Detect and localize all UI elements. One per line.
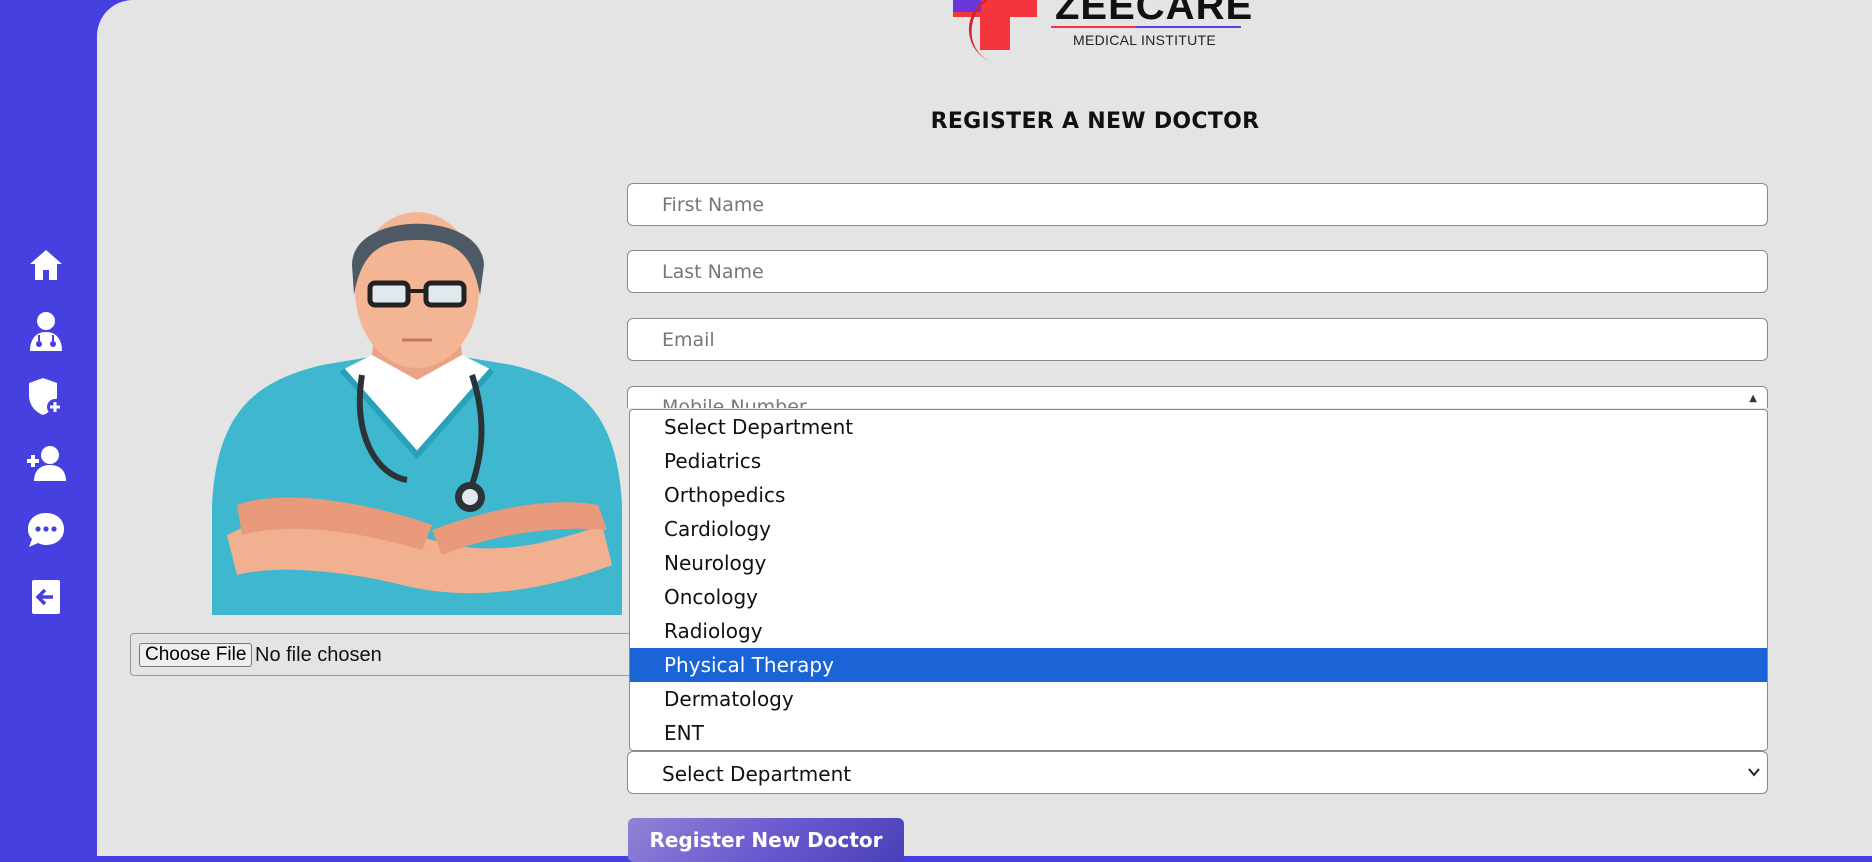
- register-new-doctor-button[interactable]: Register New Doctor: [628, 818, 904, 862]
- department-option[interactable]: Dermatology: [630, 682, 1767, 716]
- first-name-placeholder: First Name: [662, 194, 765, 216]
- logo-subtitle: MEDICAL INSTITUTE: [1073, 32, 1217, 48]
- page-title: REGISTER A NEW DOCTOR: [930, 109, 1260, 134]
- messages-icon[interactable]: [26, 510, 66, 550]
- add-admin-shield-icon[interactable]: [26, 377, 66, 417]
- file-status: No file chosen: [255, 644, 382, 666]
- choose-file-button[interactable]: Choose File: [139, 643, 253, 667]
- last-name-field[interactable]: Last Name: [627, 250, 1768, 293]
- mobile-placeholder: Mobile Number: [662, 396, 807, 408]
- department-option[interactable]: Orthopedics: [630, 478, 1767, 512]
- add-user-icon[interactable]: [26, 443, 66, 483]
- doctor-icon[interactable]: [26, 311, 66, 351]
- department-select[interactable]: Select Department: [627, 751, 1768, 794]
- logo-name: ZEECARE: [1055, 0, 1254, 28]
- department-option[interactable]: Neurology: [630, 546, 1767, 580]
- email-placeholder: Email: [662, 329, 715, 351]
- chevron-down-icon: [1747, 762, 1761, 784]
- last-name-placeholder: Last Name: [662, 261, 764, 283]
- first-name-field[interactable]: First Name: [627, 183, 1768, 226]
- department-option[interactable]: Pediatrics: [630, 444, 1767, 478]
- department-dropdown-list[interactable]: Select Department Pediatrics Orthopedics…: [629, 409, 1768, 751]
- email-field[interactable]: Email: [627, 318, 1768, 361]
- file-input[interactable]: Choose File No file chosen: [130, 633, 697, 676]
- department-option[interactable]: ENT: [630, 716, 1767, 750]
- mobile-number-field[interactable]: Mobile Number ▲: [627, 386, 1768, 408]
- doctor-avatar-image: [202, 205, 632, 615]
- department-option-highlighted[interactable]: Physical Therapy: [630, 648, 1767, 682]
- department-option[interactable]: Radiology: [630, 614, 1767, 648]
- sidebar: [0, 0, 97, 856]
- department-option[interactable]: Cardiology: [630, 512, 1767, 546]
- logout-icon[interactable]: [26, 577, 66, 617]
- home-icon[interactable]: [26, 245, 66, 285]
- spinner-up-icon: ▲: [1749, 393, 1757, 404]
- department-option[interactable]: Oncology: [630, 580, 1767, 614]
- department-select-value: Select Department: [662, 762, 852, 786]
- zeecare-logo: ZEECARE MEDICAL INSTITUTE: [855, 0, 1255, 80]
- department-option[interactable]: Select Department: [630, 410, 1767, 444]
